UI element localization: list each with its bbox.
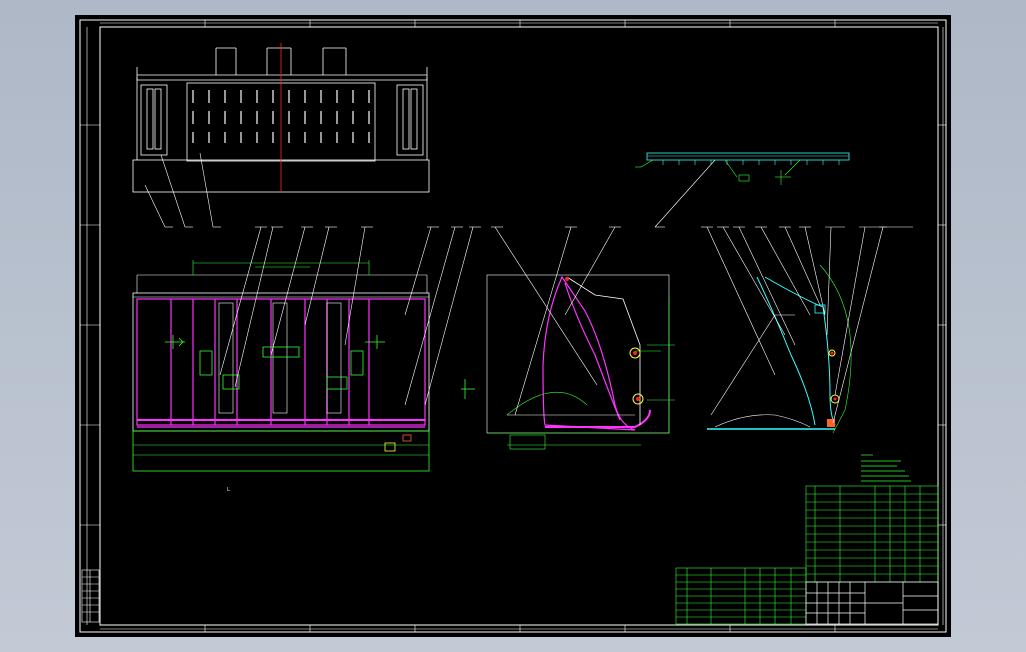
margin-stamp-block	[81, 569, 100, 623]
view-label-a: L	[227, 487, 230, 493]
section-marker-left	[165, 335, 185, 349]
zone-ticks	[80, 20, 946, 632]
detail-profile-view[interactable]	[707, 264, 852, 434]
cutting-edge-teeth	[662, 160, 840, 165]
drawing-canvas[interactable]: L	[75, 15, 951, 637]
section-marker-mid	[461, 379, 475, 399]
side-section-leaders	[491, 226, 621, 416]
cutting-edge-detail[interactable]	[635, 152, 850, 228]
front-view[interactable]	[132, 260, 430, 472]
front-view-leaders	[219, 226, 481, 406]
parts-list-table[interactable]	[805, 485, 939, 583]
technical-notes	[861, 454, 911, 482]
sheet-inner-frame	[99, 26, 939, 626]
section-marker-right	[365, 335, 385, 349]
side-section-view[interactable]	[486, 274, 675, 450]
sheet-outer-frame	[79, 19, 947, 633]
cad-viewport[interactable]: L	[0, 0, 1026, 652]
drawing-svg: L	[79, 19, 947, 633]
parts-list-table-lower[interactable]	[675, 567, 807, 625]
title-block[interactable]	[805, 581, 939, 625]
top-view-leaders	[144, 152, 221, 228]
